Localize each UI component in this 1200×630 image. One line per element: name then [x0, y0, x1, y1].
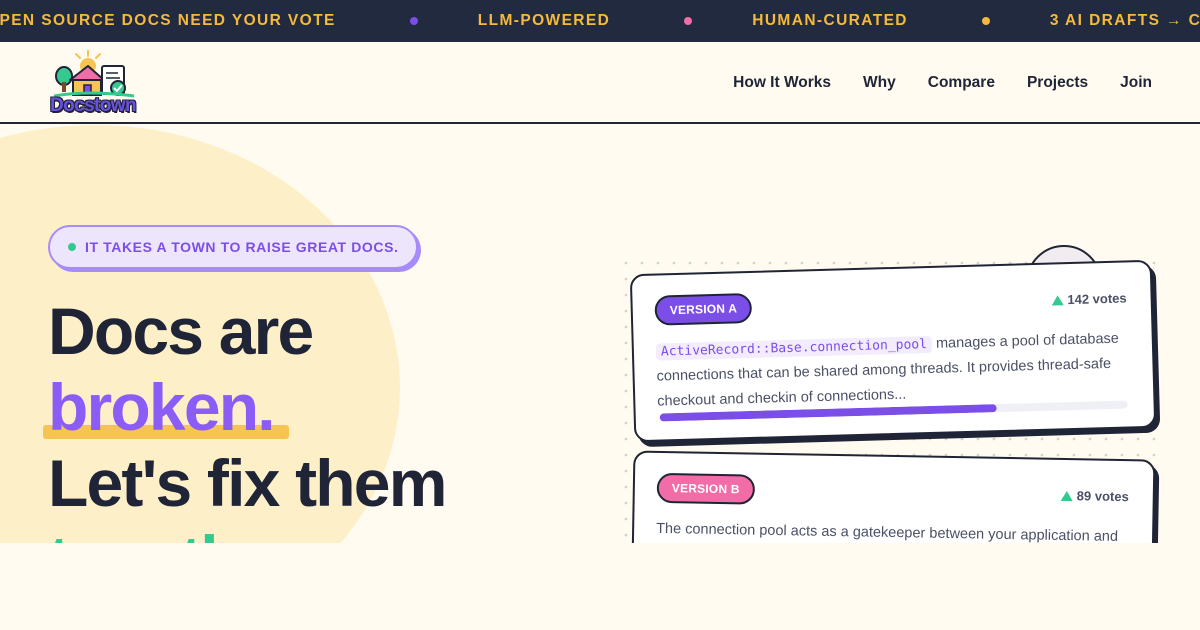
nav-link-compare[interactable]: Compare [928, 74, 995, 92]
ticker-item: LLM-POWERED [477, 12, 611, 29]
ticker-dot [409, 17, 418, 25]
tagline-text: IT TAKES A TOWN TO RAISE GREAT DOCS. [85, 239, 399, 255]
version-badge: VERSION B [656, 472, 755, 505]
vote-count-text: 142 votes [1067, 290, 1127, 308]
ticker-dot [684, 17, 693, 25]
nav-link-projects[interactable]: Projects [1027, 74, 1088, 92]
announcement-ticker: OPEN SOURCE DOCS NEED YOUR VOTE LLM-POWE… [0, 0, 1200, 42]
headline-line-1: Docs are [48, 294, 314, 368]
town-logo-icon [53, 50, 135, 98]
ticker-item: HUMAN-CURATED [752, 12, 908, 29]
upvote-icon [1060, 490, 1073, 501]
code-snippet: ActiveRecord::Base.connection_pool [655, 335, 933, 361]
ticker-item: 3 AI DRAFTS → COMMU [1049, 12, 1200, 29]
nav-link-join[interactable]: Join [1120, 74, 1152, 92]
site-header: Docstown How It Works Why Compare Projec… [0, 42, 1200, 124]
hero-headline: Docs are broken. Let's fix them together… [43, 293, 447, 543]
headline-line-4: together. [48, 521, 446, 543]
card-text: The connection pool acts as a gatekeeper… [656, 520, 1119, 543]
vote-count-text: 89 votes [1076, 488, 1129, 505]
vote-count[interactable]: 89 votes [1060, 488, 1129, 505]
tagline-pill: IT TAKES A TOWN TO RAISE GREAT DOCS. [48, 225, 418, 269]
comparison-card-b[interactable]: VERSION B 89 votes The connection pool a… [630, 450, 1156, 543]
main-nav: How It Works Why Compare Projects Join [733, 42, 1152, 124]
logo-wordmark: Docstown [50, 95, 137, 116]
nav-link-why[interactable]: Why [863, 74, 896, 92]
ticker-track: OPEN SOURCE DOCS NEED YOUR VOTE LLM-POWE… [0, 0, 1200, 42]
upvote-icon [1051, 294, 1064, 306]
card-description: The connection pool acts as a gatekeeper… [655, 517, 1134, 543]
status-dot-icon [68, 243, 76, 251]
version-badge: VERSION A [654, 292, 753, 326]
docstown-logo[interactable]: Docstown [48, 50, 144, 116]
ticker-dot [981, 17, 990, 25]
headline-accent: broken. [48, 370, 276, 444]
nav-link-how-it-works[interactable]: How It Works [733, 74, 831, 92]
headline-line-3: Let's fix them [48, 446, 447, 520]
ticker-item: OPEN SOURCE DOCS NEED YOUR VOTE [0, 12, 336, 29]
hero-section: IT TAKES A TOWN TO RAISE GREAT DOCS. Doc… [0, 125, 1200, 543]
comparison-card-a[interactable]: VERSION A 142 votes ActiveRecord::Base.c… [629, 259, 1157, 443]
vote-count[interactable]: 142 votes [1051, 290, 1127, 307]
